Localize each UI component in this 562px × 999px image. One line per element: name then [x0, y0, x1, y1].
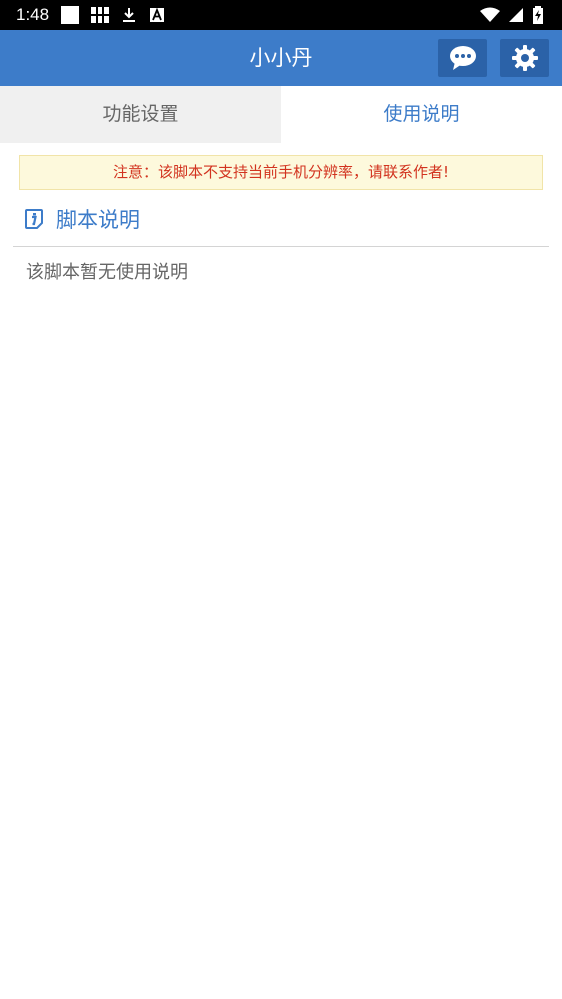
- tab-usage-instructions[interactable]: 使用说明: [281, 86, 562, 143]
- download-icon: [123, 8, 136, 22]
- autofill-a-icon: [150, 7, 165, 22]
- chat-button[interactable]: [438, 39, 487, 77]
- battery-charging-icon: [533, 6, 543, 24]
- app-bar: 小小丹: [0, 30, 562, 86]
- tab-function-settings[interactable]: 功能设置: [0, 86, 281, 143]
- status-time: 1:48: [16, 5, 50, 24]
- gear-icon: [511, 45, 538, 71]
- signal-icon: [509, 8, 523, 22]
- status-right-icons: [480, 6, 544, 24]
- script-description-heading: 脚本说明: [24, 200, 140, 238]
- notification-square-icon: [61, 6, 80, 24]
- chat-bubble-icon: [449, 46, 476, 70]
- section-divider: [13, 246, 549, 247]
- resolution-warning-notice: 注意：该脚本不支持当前手机分辨率，请联系作者!: [19, 155, 543, 190]
- wifi-icon: [480, 7, 500, 22]
- grid-apps-icon: [91, 7, 110, 23]
- info-icon: [25, 209, 43, 229]
- status-bar: 1:48: [0, 0, 562, 30]
- tab-bar: 功能设置 使用说明: [0, 86, 562, 143]
- section-body-text: 该脚本暂无使用说明: [26, 262, 188, 283]
- section-title: 脚本说明: [56, 208, 140, 232]
- status-left-icons: [61, 6, 165, 24]
- settings-button[interactable]: [500, 39, 549, 77]
